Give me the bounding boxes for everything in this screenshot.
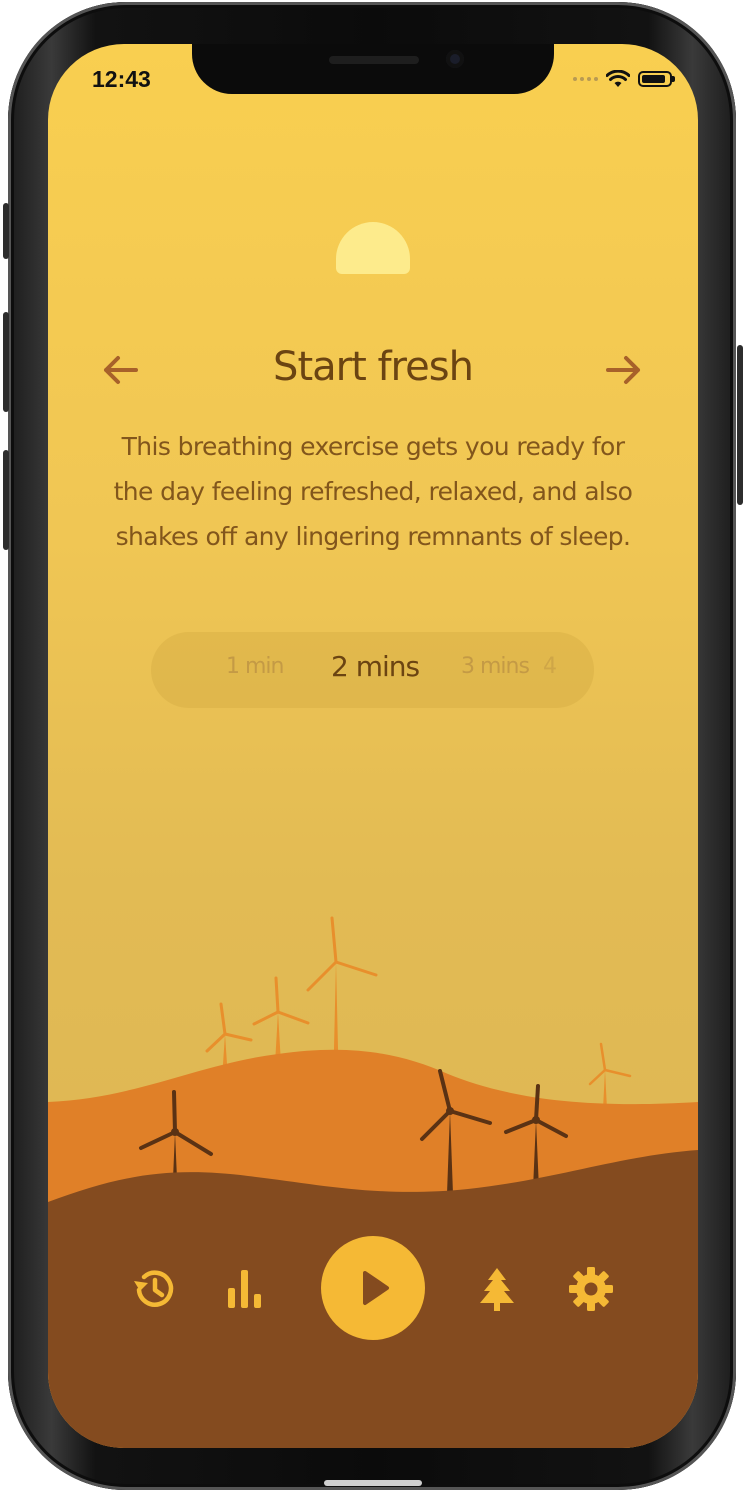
- power-button: [737, 345, 743, 505]
- bar-chart-icon[interactable]: [220, 1264, 270, 1314]
- volume-up-button: [3, 312, 9, 412]
- tree-icon[interactable]: [472, 1264, 522, 1314]
- exercise-description: This breathing exercise gets you ready f…: [113, 432, 633, 551]
- front-camera: [446, 50, 464, 68]
- home-indicator: [324, 1480, 422, 1486]
- app-screen: 12:43 Start fresh This breathing exercis…: [48, 44, 698, 1448]
- arrow-right-icon[interactable]: [600, 350, 644, 390]
- duration-option[interactable]: 4: [543, 654, 557, 679]
- battery-level: [642, 75, 665, 83]
- notch: [192, 44, 554, 94]
- duration-picker[interactable]: 1 min 2 mins 3 mins 4: [151, 632, 594, 708]
- signal-icon: [573, 77, 598, 81]
- sun-illustration: [336, 222, 410, 274]
- duration-option[interactable]: 1 min: [226, 654, 284, 679]
- status-time: 12:43: [92, 66, 151, 92]
- mute-switch: [3, 203, 9, 259]
- play-button[interactable]: [321, 1236, 425, 1340]
- duration-option[interactable]: 3 mins: [461, 654, 530, 679]
- status-indicators: [573, 70, 675, 88]
- battery-icon: [638, 71, 675, 87]
- speaker-grille: [329, 56, 419, 64]
- wifi-icon: [606, 70, 630, 87]
- gear-icon[interactable]: [566, 1264, 616, 1314]
- play-icon: [363, 1271, 389, 1305]
- duration-option-selected[interactable]: 2 mins: [331, 650, 420, 683]
- history-icon[interactable]: [130, 1264, 180, 1314]
- windmill-landscape: [48, 916, 698, 1448]
- volume-down-button: [3, 450, 9, 550]
